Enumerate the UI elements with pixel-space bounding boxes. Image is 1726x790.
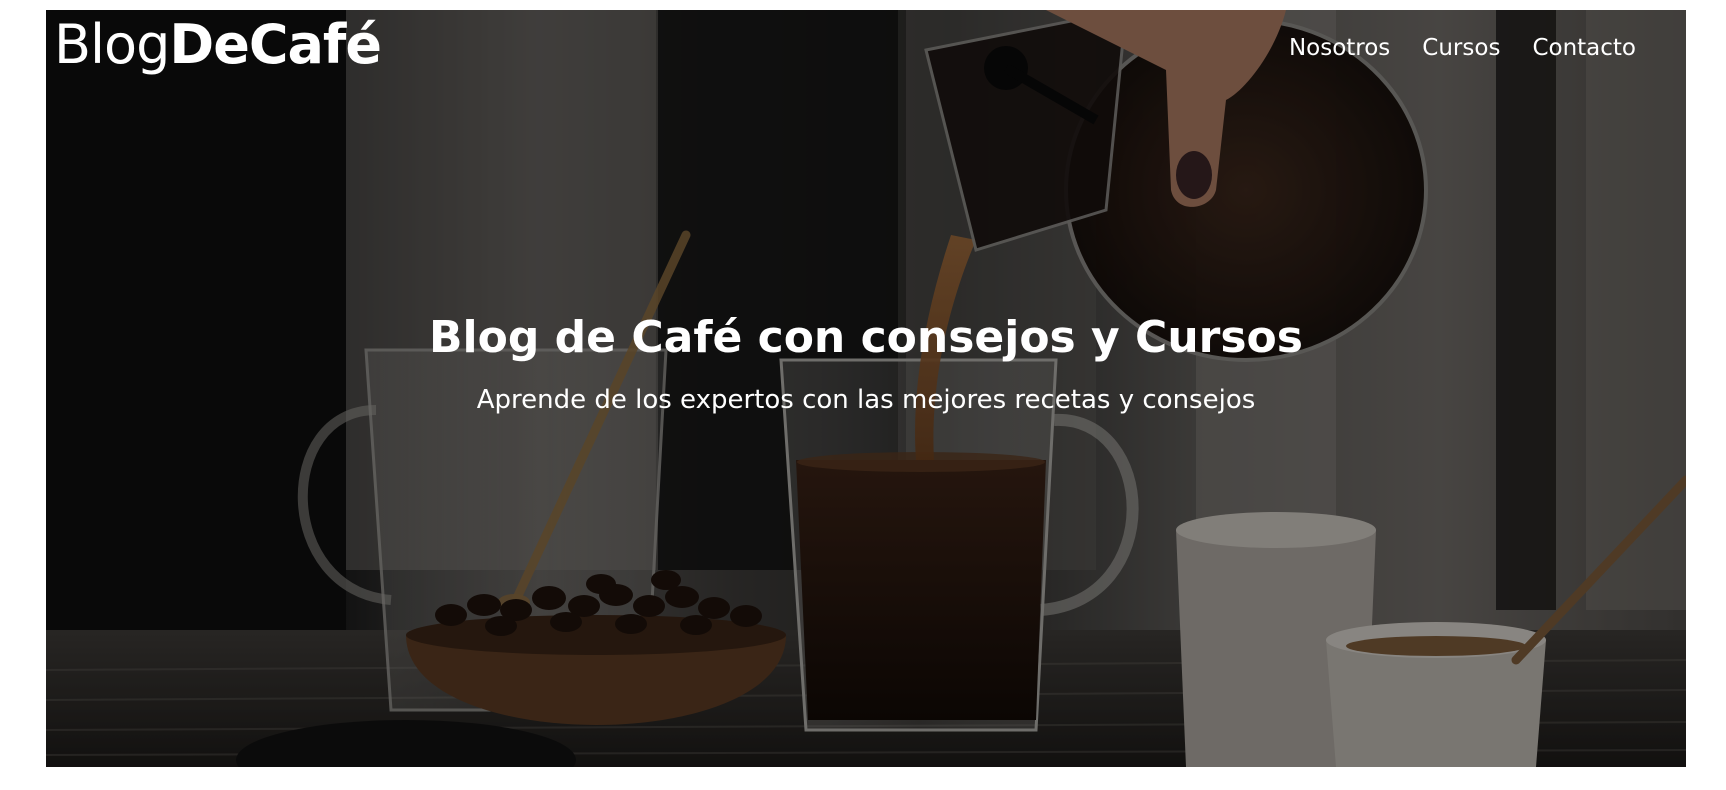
logo-bold-text: DeCafé	[169, 13, 382, 76]
main-navigation: Nosotros Cursos Contacto	[1289, 32, 1636, 64]
site-header: BlogDeCafé Nosotros Cursos Contacto	[46, 10, 1686, 80]
nav-link-cursos[interactable]: Cursos	[1422, 32, 1500, 64]
site-logo[interactable]: BlogDeCafé	[54, 13, 382, 76]
hero-subtitle: Aprende de los expertos con las mejores …	[476, 385, 1256, 415]
logo-light-text: Blog	[54, 13, 170, 76]
hero-section: BlogDeCafé Nosotros Cursos Contacto Blog…	[46, 10, 1686, 767]
nav-link-contacto[interactable]: Contacto	[1532, 32, 1636, 64]
nav-link-nosotros[interactable]: Nosotros	[1289, 32, 1390, 64]
hero-title: Blog de Café con consejos y Cursos	[429, 312, 1303, 363]
